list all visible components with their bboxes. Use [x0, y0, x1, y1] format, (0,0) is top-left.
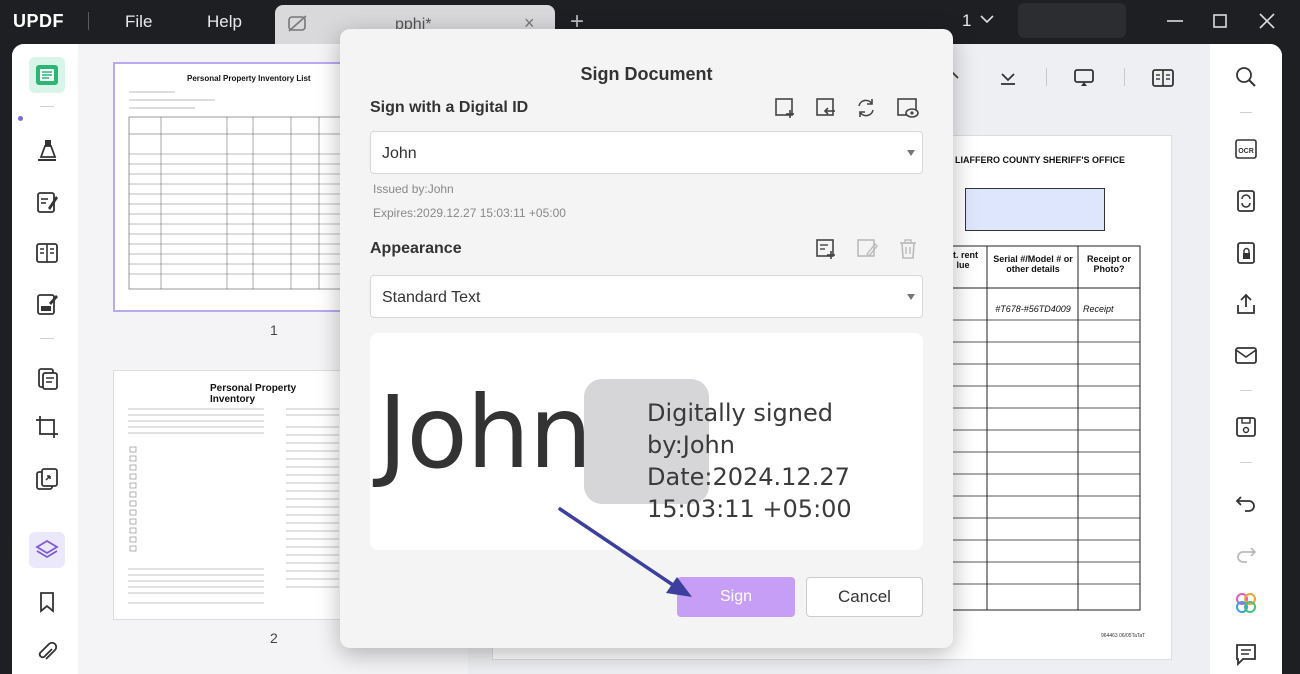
signature-details: Digitally signed by:John Date:2024.12.27…: [647, 397, 923, 525]
dialog-title: Sign Document: [580, 64, 713, 84]
mail-icon[interactable]: [1233, 342, 1259, 368]
layers-icon: [35, 539, 59, 559]
delete-appearance-icon[interactable]: [896, 237, 920, 261]
comment-tool-button[interactable]: [29, 132, 65, 168]
attachment-button[interactable]: [29, 634, 65, 670]
dropdown-caret-icon: [907, 294, 915, 300]
organize-button[interactable]: [29, 235, 65, 271]
ocr-icon[interactable]: OCR: [1233, 136, 1259, 162]
reader-mode-button[interactable]: [29, 57, 65, 93]
signature-date: Date:2024.12.27: [647, 463, 850, 491]
signature-time: 15:03:11 +05:00: [647, 495, 852, 523]
title-separator: [88, 12, 89, 30]
maximize-icon[interactable]: [1208, 9, 1232, 33]
app-logo: UPDF: [13, 11, 64, 31]
edit-pdf-icon: [37, 192, 58, 213]
menu-file[interactable]: File: [125, 12, 152, 32]
cancel-button[interactable]: Cancel: [806, 577, 923, 617]
document-footer: 964463 06/05TaTaT: [1101, 633, 1146, 639]
present-icon[interactable]: [1072, 68, 1096, 88]
form-tool-button[interactable]: [29, 286, 65, 322]
comment-list-icon[interactable]: [1233, 641, 1259, 667]
table-header-cell: Receipt or Photo?: [1086, 254, 1131, 274]
sign-button[interactable]: Sign: [677, 577, 795, 617]
form-icon: [37, 294, 58, 315]
signature-signed-by: Digitally signed by:John: [647, 399, 833, 459]
document-tab-icon: [288, 15, 307, 32]
appearance-select[interactable]: Standard Text: [370, 275, 923, 318]
appearance-label: Appearance: [370, 240, 462, 257]
appearance-value: Standard Text: [382, 289, 481, 306]
thumbnail-checklist: [128, 408, 339, 604]
redo-icon[interactable]: [1233, 539, 1259, 565]
table-header-cell: Serial #/Model # or other details: [993, 254, 1073, 274]
rail-separator: [40, 106, 54, 107]
convert-icon: [38, 368, 58, 390]
bookmark-button[interactable]: [29, 584, 65, 620]
add-digital-id-icon[interactable]: [773, 96, 797, 120]
thumbnail-table: [128, 91, 341, 290]
dropdown-caret-icon: [907, 150, 915, 156]
reader-icon: [36, 65, 58, 85]
toolbar-separator: [1124, 68, 1125, 86]
undo-icon[interactable]: [1233, 488, 1259, 514]
digital-id-label: Sign with a Digital ID: [370, 99, 529, 116]
paperclip-icon: [38, 641, 58, 660]
page-thumbnail-2[interactable]: Personal Property Inventory: [113, 370, 343, 620]
page-view-icon[interactable]: [1151, 68, 1175, 88]
page-thumbnail-1[interactable]: Personal Property Inventory List: [113, 62, 343, 312]
layers-button[interactable]: [29, 532, 65, 568]
compress-button[interactable]: [29, 461, 65, 497]
menu-help[interactable]: Help: [207, 12, 242, 32]
svg-text:OCR: OCR: [1238, 148, 1254, 155]
thumbnail-label-1: 1: [270, 322, 278, 338]
expires-text: Expires:2029.12.27 15:03:11 +05:00: [373, 206, 566, 220]
ai-assistant-icon[interactable]: [1233, 590, 1259, 616]
refresh-icon[interactable]: [854, 96, 878, 120]
compress-icon: [36, 468, 58, 490]
edit-appearance-icon[interactable]: [855, 237, 879, 261]
search-icon[interactable]: [1233, 64, 1259, 90]
signature-name: John: [378, 374, 592, 491]
sign-document-dialog: Sign Document Sign with a Digital ID Joh…: [340, 29, 953, 648]
table-cell: Receipt: [1083, 304, 1114, 314]
edit-tool-button[interactable]: [29, 184, 65, 220]
add-appearance-icon[interactable]: [814, 237, 838, 261]
bookmark-icon: [40, 592, 54, 613]
download-icon[interactable]: [996, 68, 1020, 88]
page-selector[interactable]: 1: [962, 11, 971, 31]
minimize-icon[interactable]: [1163, 9, 1187, 33]
toolbar-separator: [1046, 68, 1047, 86]
convert-button[interactable]: [29, 361, 65, 397]
active-indicator: [18, 116, 23, 121]
page-layout-icon: [36, 243, 58, 263]
thumbnail-label-2: 2: [270, 630, 278, 646]
table-cell: #T678-#56TD4009: [995, 304, 1071, 314]
digital-id-select[interactable]: John: [370, 131, 923, 174]
account-area[interactable]: [1018, 3, 1126, 38]
rail-separator: [1240, 112, 1252, 113]
rail-separator: [1240, 390, 1252, 391]
crop-icon: [36, 416, 58, 438]
highlighter-icon: [38, 140, 57, 161]
view-certificate-icon[interactable]: [896, 96, 920, 120]
crop-button[interactable]: [29, 409, 65, 445]
rail-separator: [1240, 462, 1252, 463]
chevron-down-icon[interactable]: [979, 11, 995, 27]
issued-by-text: Issued by:John: [373, 182, 454, 196]
digital-id-value: John: [382, 145, 417, 162]
import-digital-id-icon[interactable]: [814, 96, 838, 120]
signature-preview: John Digitally signed by:John Date:2024.…: [370, 333, 923, 550]
convert-doc-icon[interactable]: [1233, 188, 1259, 214]
save-icon[interactable]: [1233, 414, 1259, 440]
close-window-icon[interactable]: [1255, 9, 1279, 33]
rail-separator: [40, 338, 54, 339]
share-icon[interactable]: [1233, 291, 1259, 317]
protect-icon[interactable]: [1233, 240, 1259, 266]
